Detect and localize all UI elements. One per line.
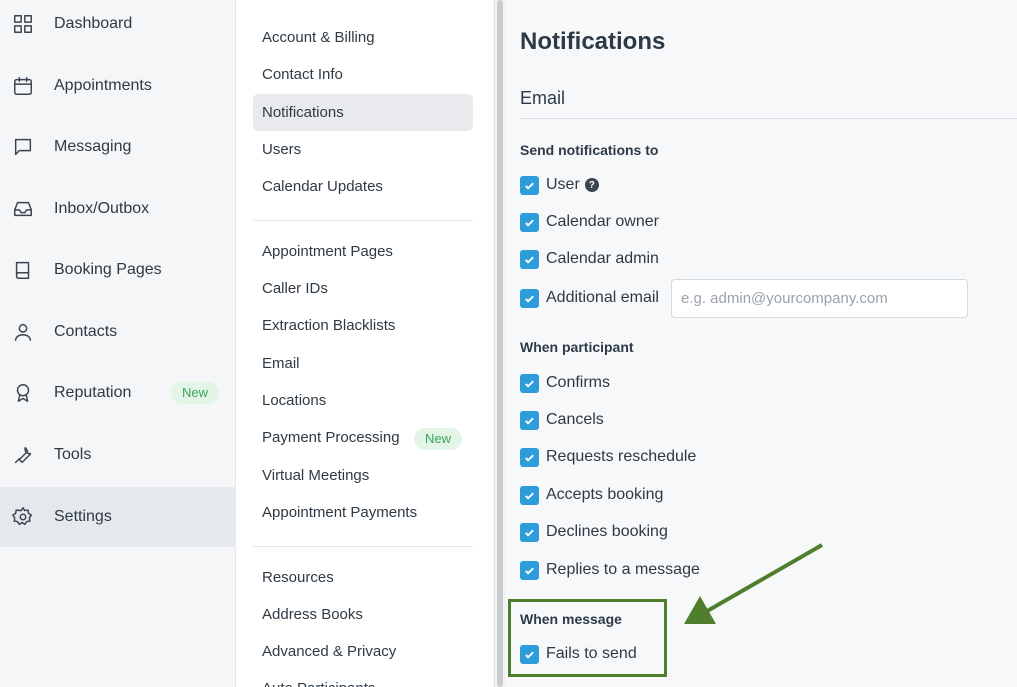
checkbox-row-requests-reschedule[interactable]: Requests reschedule (520, 446, 696, 468)
settings-item-resources[interactable]: Resources (253, 559, 473, 596)
book-icon (11, 258, 35, 282)
checkbox-label: Calendar admin (546, 250, 659, 267)
settings-item-calendar-updates[interactable]: Calendar Updates (253, 168, 473, 205)
help-icon[interactable]: ? (584, 178, 599, 192)
divider (253, 220, 473, 221)
checkbox-checked[interactable] (520, 175, 539, 195)
settings-item-locations[interactable]: Locations (253, 382, 473, 419)
checkbox-row-user[interactable]: User ? (520, 174, 599, 196)
settings-item-users[interactable]: Users (253, 131, 473, 168)
nav-label: Contacts (54, 323, 118, 340)
inbox-icon (11, 197, 35, 221)
checkbox-row-additional-email[interactable]: Additional email (520, 287, 659, 309)
checkbox-checked[interactable] (520, 522, 539, 542)
nav-item-dashboard[interactable]: Dashboard (0, 0, 236, 54)
group-label-send-to: Send notifications to (520, 142, 659, 158)
checkbox-row-declines-booking[interactable]: Declines booking (520, 521, 668, 543)
nav-item-reputation[interactable]: Reputation New (0, 363, 236, 423)
scrollbar[interactable] (494, 0, 506, 687)
checkbox-label: Additional email (546, 289, 659, 306)
nav-item-messaging[interactable]: Messaging (0, 117, 236, 177)
nav-item-appointments[interactable]: Appointments (0, 56, 236, 116)
page-title: Notifications (520, 28, 666, 55)
chat-bubble-icon (11, 135, 35, 159)
settings-item-email[interactable]: Email (253, 345, 473, 382)
section-heading: Email (520, 88, 566, 108)
new-badge: New (414, 428, 463, 450)
nav-item-booking-pages[interactable]: Booking Pages (0, 240, 236, 300)
nav-label: Inbox/Outbox (54, 200, 150, 217)
annotation-arrow-icon (684, 543, 823, 624)
nav-item-inbox-outbox[interactable]: Inbox/Outbox (0, 179, 236, 239)
settings-item-auto-participants[interactable]: Auto Participants (253, 670, 473, 687)
settings-item-extraction-blacklists[interactable]: Extraction Blacklists (253, 307, 473, 344)
nav-label: Appointments (54, 77, 152, 94)
nav-label: Booking Pages (54, 261, 162, 278)
nav-label: Messaging (54, 138, 132, 155)
divider (520, 118, 1017, 119)
checkbox-label: Calendar owner (546, 213, 659, 230)
settings-item-notifications[interactable]: Notifications (253, 94, 473, 131)
checkbox-row-cancels[interactable]: Cancels (520, 409, 604, 431)
settings-item-caller-ids[interactable]: Caller IDs (253, 270, 473, 307)
checkbox-row-accepts-booking[interactable]: Accepts booking (520, 484, 663, 506)
divider (253, 546, 473, 547)
checkbox-row-calendar-admin[interactable]: Calendar admin (520, 248, 659, 270)
nav-label: Tools (54, 446, 92, 463)
nav-item-contacts[interactable]: Contacts (0, 302, 236, 362)
main-nav: Dashboard Appointments Messaging Inbox/O… (0, 0, 236, 687)
additional-email-input[interactable] (671, 279, 968, 318)
nav-item-settings[interactable]: Settings (0, 487, 236, 547)
checkbox-label: Accepts booking (546, 486, 664, 503)
notifications-panel: Notifications Email Send notifications t… (506, 0, 1017, 687)
checkbox-checked[interactable] (520, 288, 539, 308)
group-label-participant: When participant (520, 339, 634, 355)
checkbox-checked[interactable] (520, 212, 539, 232)
checkbox-label: Declines booking (546, 523, 668, 540)
settings-item-appointment-payments[interactable]: Appointment Payments (253, 494, 473, 531)
checkbox-checked[interactable] (520, 447, 539, 467)
gear-icon (11, 505, 35, 529)
checkbox-checked[interactable] (520, 485, 539, 505)
checkbox-label: User (546, 176, 580, 193)
settings-item-account-billing[interactable]: Account & Billing (253, 19, 473, 56)
wrench-icon (11, 443, 35, 467)
person-icon (11, 320, 35, 344)
new-badge: New (171, 382, 220, 404)
scrollbar-thumb[interactable] (497, 0, 503, 687)
checkbox-checked[interactable] (520, 373, 539, 393)
settings-menu: Account & Billing Contact Info Notificat… (236, 0, 494, 687)
checkbox-label: Confirms (546, 374, 611, 391)
checkbox-row-calendar-owner[interactable]: Calendar owner (520, 211, 659, 233)
calendar-icon (11, 74, 35, 98)
checkbox-label: Requests reschedule (546, 448, 697, 465)
settings-item-advanced-privacy[interactable]: Advanced & Privacy (253, 633, 473, 670)
dashboard-grid-icon (11, 12, 35, 36)
settings-item-address-books[interactable]: Address Books (253, 596, 473, 633)
settings-item-appointment-pages[interactable]: Appointment Pages (253, 233, 473, 270)
award-icon (11, 381, 35, 405)
nav-label: Settings (54, 508, 112, 525)
highlight-box (508, 599, 667, 677)
nav-label: Dashboard (54, 15, 133, 32)
checkbox-checked[interactable] (520, 560, 539, 580)
settings-item-virtual-meetings[interactable]: Virtual Meetings (253, 457, 473, 494)
checkbox-checked[interactable] (520, 249, 539, 269)
nav-item-tools[interactable]: Tools (0, 425, 236, 485)
checkbox-row-confirms[interactable]: Confirms (520, 372, 610, 394)
checkbox-checked[interactable] (520, 410, 539, 430)
settings-item-contact-info[interactable]: Contact Info (253, 56, 473, 93)
checkbox-label: Cancels (546, 411, 604, 428)
nav-label: Reputation (54, 384, 132, 401)
